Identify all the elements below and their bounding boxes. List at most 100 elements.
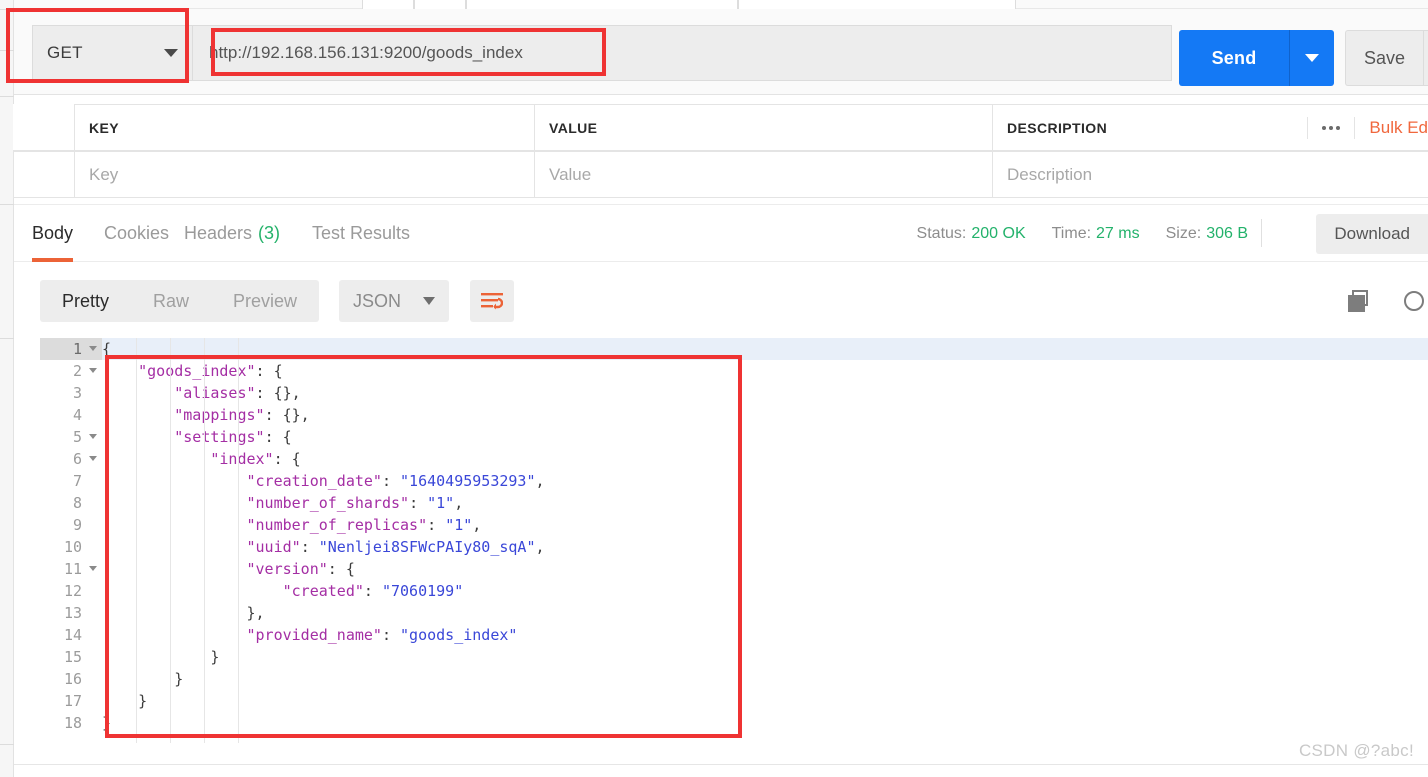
code-token: , (454, 494, 464, 512)
chevron-down-icon (423, 297, 435, 305)
editor-line-numbers: 1 2 3 4 5 6 7 8 9 10 11 12 13 14 15 16 17 18 (40, 338, 102, 743)
size-label: Size: (1165, 224, 1202, 242)
status-meta: Status: 200 OK (917, 225, 1026, 243)
url-input[interactable]: http://192.168.156.131:9200/goods_index (192, 25, 1172, 81)
code-token: "creation_date" (246, 472, 382, 490)
description-input[interactable]: Description (992, 151, 1428, 198)
row-checkbox-cell[interactable] (13, 151, 75, 198)
save-button[interactable]: Save (1345, 30, 1423, 86)
code-token: "1" (427, 494, 455, 512)
code-token: : { (255, 362, 283, 380)
clipped-tab-strip (14, 0, 1428, 9)
line-number: 6 (40, 448, 102, 470)
bulk-edit-link[interactable]: Bulk Ed (1354, 116, 1428, 139)
column-header-key-label: KEY (89, 119, 119, 136)
send-button[interactable]: Send (1179, 30, 1289, 86)
code-line: "aliases": {}, (102, 382, 1428, 404)
tab-test-results-label: Test Results (312, 223, 411, 243)
download-label: Download (1334, 224, 1410, 243)
line-number: 3 (72, 384, 82, 402)
tab-cookies[interactable]: Cookies (104, 205, 169, 262)
tab-headers[interactable]: Headers (3) (184, 205, 280, 262)
column-header-description-label: DESCRIPTION (1007, 119, 1108, 136)
response-view-toolbar: Pretty Raw Preview JSON (14, 262, 1428, 338)
postman-window: GET http://192.168.156.131:9200/goods_in… (0, 0, 1428, 777)
fold-arrow-icon[interactable] (89, 346, 97, 351)
meta-divider (1261, 219, 1262, 247)
code-token: : { (327, 560, 355, 578)
params-empty-row: Key Value Description (13, 151, 1428, 198)
view-mode-raw-label: Raw (153, 291, 190, 311)
word-wrap-button[interactable] (470, 280, 514, 322)
ellipsis-icon[interactable] (1307, 116, 1354, 139)
download-button[interactable]: Download (1316, 214, 1428, 254)
response-body-editor[interactable]: 1 2 3 4 5 6 7 8 9 10 11 12 13 14 15 16 17 18 { "goods_ind… (40, 338, 1428, 743)
line-number: 15 (63, 648, 82, 666)
line-number: 2 (40, 360, 102, 382)
code-line: "mappings": {}, (102, 404, 1428, 426)
copy-icon[interactable] (1348, 290, 1372, 314)
description-placeholder: Description (1007, 164, 1093, 184)
time-meta: Time: 27 ms (1052, 225, 1140, 243)
format-dropdown[interactable]: JSON (339, 280, 449, 322)
code-token: } (138, 692, 148, 710)
editor-code-area[interactable]: { "goods_index": { "aliases": {}, "mappi… (102, 338, 1428, 743)
code-token: } (210, 648, 220, 666)
key-input[interactable]: Key (74, 151, 535, 198)
word-wrap-icon (481, 293, 503, 310)
tab-body-label: Body (32, 223, 74, 243)
fold-arrow-icon[interactable] (89, 456, 97, 461)
send-options-button[interactable] (1289, 30, 1334, 86)
url-text: http://192.168.156.131:9200/goods_index (209, 43, 523, 62)
line-number: 8 (72, 494, 82, 512)
code-token: : {}, (264, 406, 310, 424)
tab-cookies-label: Cookies (104, 223, 170, 243)
code-line: "settings": { (102, 426, 1428, 448)
chevron-down-icon (1305, 54, 1319, 62)
params-table: KEY VALUE DESCRIPTION Bulk Ed Key Value (13, 96, 1428, 204)
view-mode-preview-label: Preview (233, 291, 298, 311)
fold-arrow-icon[interactable] (89, 368, 97, 373)
code-line: "uuid": "Nenljei8SFWcPAIy80_sqA", (102, 536, 1428, 558)
code-token: : (427, 516, 446, 534)
chevron-down-icon (164, 49, 178, 57)
code-line: "number_of_replicas": "1", (102, 514, 1428, 536)
line-number: 17 (63, 692, 82, 710)
search-icon[interactable] (1402, 290, 1428, 316)
code-token: : (381, 472, 401, 490)
code-token: : (300, 538, 319, 556)
code-token: : {}, (255, 384, 301, 402)
code-token: : (409, 494, 428, 512)
tab-body[interactable]: Body (32, 205, 74, 262)
fold-arrow-icon[interactable] (89, 566, 97, 571)
fold-arrow-icon[interactable] (89, 434, 97, 439)
view-mode-preview[interactable]: Preview (211, 280, 319, 322)
key-placeholder: Key (89, 164, 119, 184)
bulk-edit-label: Bulk Ed (1369, 117, 1428, 137)
code-token: "provided_name" (246, 626, 382, 644)
code-token: "1" (445, 516, 473, 534)
code-line: "created": "7060199" (102, 580, 1428, 602)
code-token: : { (264, 428, 292, 446)
view-mode-pretty[interactable]: Pretty (40, 280, 131, 322)
request-url-bar: GET http://192.168.156.131:9200/goods_in… (14, 9, 1428, 95)
code-token: "1640495953293" (400, 472, 536, 490)
save-options-button[interactable] (1423, 30, 1428, 86)
value-placeholder: Value (549, 164, 592, 184)
code-token: } (102, 714, 112, 732)
status-value: 200 OK (971, 224, 1026, 242)
http-method-dropdown[interactable]: GET (32, 25, 192, 81)
bottom-divider (14, 764, 1428, 765)
code-line: }, (102, 602, 1428, 624)
format-label: JSON (353, 290, 402, 311)
time-value: 27 ms (1096, 224, 1140, 242)
view-mode-raw[interactable]: Raw (131, 280, 211, 322)
tab-test-results[interactable]: Test Results (312, 205, 410, 262)
value-input[interactable]: Value (534, 151, 993, 198)
column-header-value: VALUE (534, 104, 993, 151)
code-line: "version": { (102, 558, 1428, 580)
line-number: 13 (63, 604, 82, 622)
line-number: 18 (63, 714, 82, 732)
response-tabs-bar: Body Cookies Headers (3) Test Results St… (14, 204, 1428, 262)
code-token: }, (246, 604, 265, 622)
